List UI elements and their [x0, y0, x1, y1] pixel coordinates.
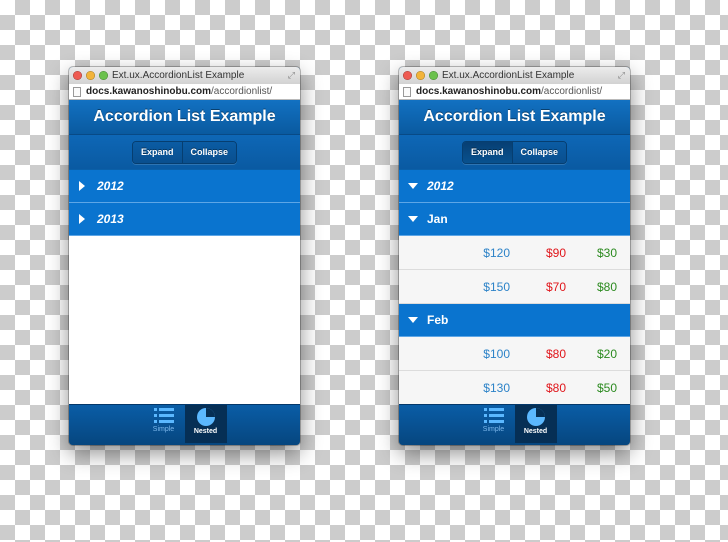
accordion-header[interactable]: Feb: [399, 304, 630, 337]
value-green: $30: [596, 245, 617, 260]
url-domain: docs.kawanoshinobu.com: [416, 86, 542, 97]
accordion-list: 2012 2013: [69, 170, 300, 405]
accordion-header[interactable]: 2012: [399, 170, 630, 203]
app-title: Accordion List Example: [423, 108, 606, 125]
tab-label: Simple: [152, 426, 175, 433]
list-icon: [153, 408, 174, 424]
expand-button[interactable]: Expand: [462, 141, 512, 163]
accordion-header[interactable]: 2013: [69, 203, 300, 236]
page-icon: [403, 87, 411, 97]
value-red: $80: [545, 380, 566, 395]
value-green: $80: [596, 279, 617, 294]
window-titlebar[interactable]: Ext.ux.AccordionList Example ⤢: [399, 67, 630, 84]
close-window-button[interactable]: [73, 71, 82, 80]
tab-label: Nested: [523, 428, 548, 435]
disclosure-down-icon: [408, 183, 418, 189]
close-window-button[interactable]: [403, 71, 412, 80]
zoom-window-button[interactable]: [99, 71, 108, 80]
window-title: Ext.ux.AccordionList Example: [112, 70, 245, 81]
expand-collapse-segmented-button: Expand Collapse: [131, 140, 238, 164]
accordion-header-label: 2012: [427, 179, 454, 193]
list-item[interactable]: $150 $70 $80: [399, 270, 630, 304]
url-text[interactable]: docs.kawanoshinobu.com/accordionlist/: [416, 84, 602, 99]
page-icon: [73, 87, 81, 97]
pie-chart-icon: [196, 408, 215, 426]
accordion-header[interactable]: 2012: [69, 170, 300, 203]
value-blue: $150: [483, 279, 510, 294]
url-path: /accordionlist/: [211, 86, 273, 97]
expand-collapse-segmented-button: Expand Collapse: [461, 140, 568, 164]
pie-chart-icon: [526, 408, 545, 426]
value-red: $90: [545, 245, 566, 260]
accordion-header[interactable]: Jan: [399, 203, 630, 236]
tab-label: Simple: [482, 426, 505, 433]
tab-label: Nested: [193, 428, 218, 435]
app-title-bar: Accordion List Example: [399, 100, 630, 135]
toolbar: Expand Collapse: [399, 135, 630, 169]
value-green: $50: [596, 380, 617, 395]
tab-bar: Simple Nested: [399, 404, 630, 445]
browser-window-right: Ext.ux.AccordionList Example ⤢ docs.kawa…: [399, 67, 630, 445]
url-domain: docs.kawanoshinobu.com: [86, 86, 212, 97]
tab-simple[interactable]: Simple: [143, 405, 185, 443]
disclosure-down-icon: [408, 216, 418, 222]
browser-window-left: Ext.ux.AccordionList Example ⤢ docs.kawa…: [69, 67, 300, 445]
tab-nested[interactable]: Nested: [184, 405, 227, 443]
value-blue: $130: [483, 380, 510, 395]
minimize-window-button[interactable]: [416, 71, 425, 80]
app-title-bar: Accordion List Example: [69, 100, 300, 135]
zoom-window-button[interactable]: [429, 71, 438, 80]
accordion-header-label: Feb: [427, 313, 449, 327]
disclosure-right-icon: [79, 181, 85, 191]
accordion-header-label: 2012: [97, 179, 124, 193]
value-blue: $120: [483, 245, 510, 260]
collapse-button[interactable]: Collapse: [511, 141, 567, 163]
app-title: Accordion List Example: [93, 108, 276, 125]
collapse-button[interactable]: Collapse: [181, 141, 237, 163]
accordion-list: 2012 Jan $120 $90 $30 $150 $70 $80 Feb $…: [399, 170, 630, 405]
minimize-window-button[interactable]: [86, 71, 95, 80]
tab-bar: Simple Nested: [69, 404, 300, 445]
address-bar[interactable]: docs.kawanoshinobu.com/accordionlist/: [69, 84, 300, 100]
window-title: Ext.ux.AccordionList Example: [442, 70, 575, 81]
toolbar: Expand Collapse: [69, 135, 300, 169]
address-bar[interactable]: docs.kawanoshinobu.com/accordionlist/: [399, 84, 630, 100]
traffic-lights: [403, 71, 438, 80]
accordion-header-label: Jan: [427, 212, 448, 226]
list-icon: [483, 408, 504, 424]
tab-simple[interactable]: Simple: [473, 405, 515, 443]
list-item[interactable]: $100 $80 $20: [399, 337, 630, 371]
fullscreen-icon[interactable]: ⤢: [288, 67, 295, 84]
value-red: $70: [545, 279, 566, 294]
url-text[interactable]: docs.kawanoshinobu.com/accordionlist/: [86, 84, 272, 99]
tab-nested[interactable]: Nested: [514, 405, 557, 443]
value-blue: $100: [483, 346, 510, 361]
value-green: $20: [596, 346, 617, 361]
url-path: /accordionlist/: [541, 86, 603, 97]
accordion-header-label: 2013: [97, 212, 124, 226]
fullscreen-icon[interactable]: ⤢: [618, 67, 625, 84]
traffic-lights: [73, 71, 108, 80]
disclosure-right-icon: [79, 214, 85, 224]
list-item[interactable]: $130 $80 $50: [399, 371, 630, 405]
expand-button[interactable]: Expand: [132, 141, 182, 163]
disclosure-down-icon: [408, 317, 418, 323]
list-item[interactable]: $120 $90 $30: [399, 236, 630, 270]
window-titlebar[interactable]: Ext.ux.AccordionList Example ⤢: [69, 67, 300, 84]
value-red: $80: [545, 346, 566, 361]
